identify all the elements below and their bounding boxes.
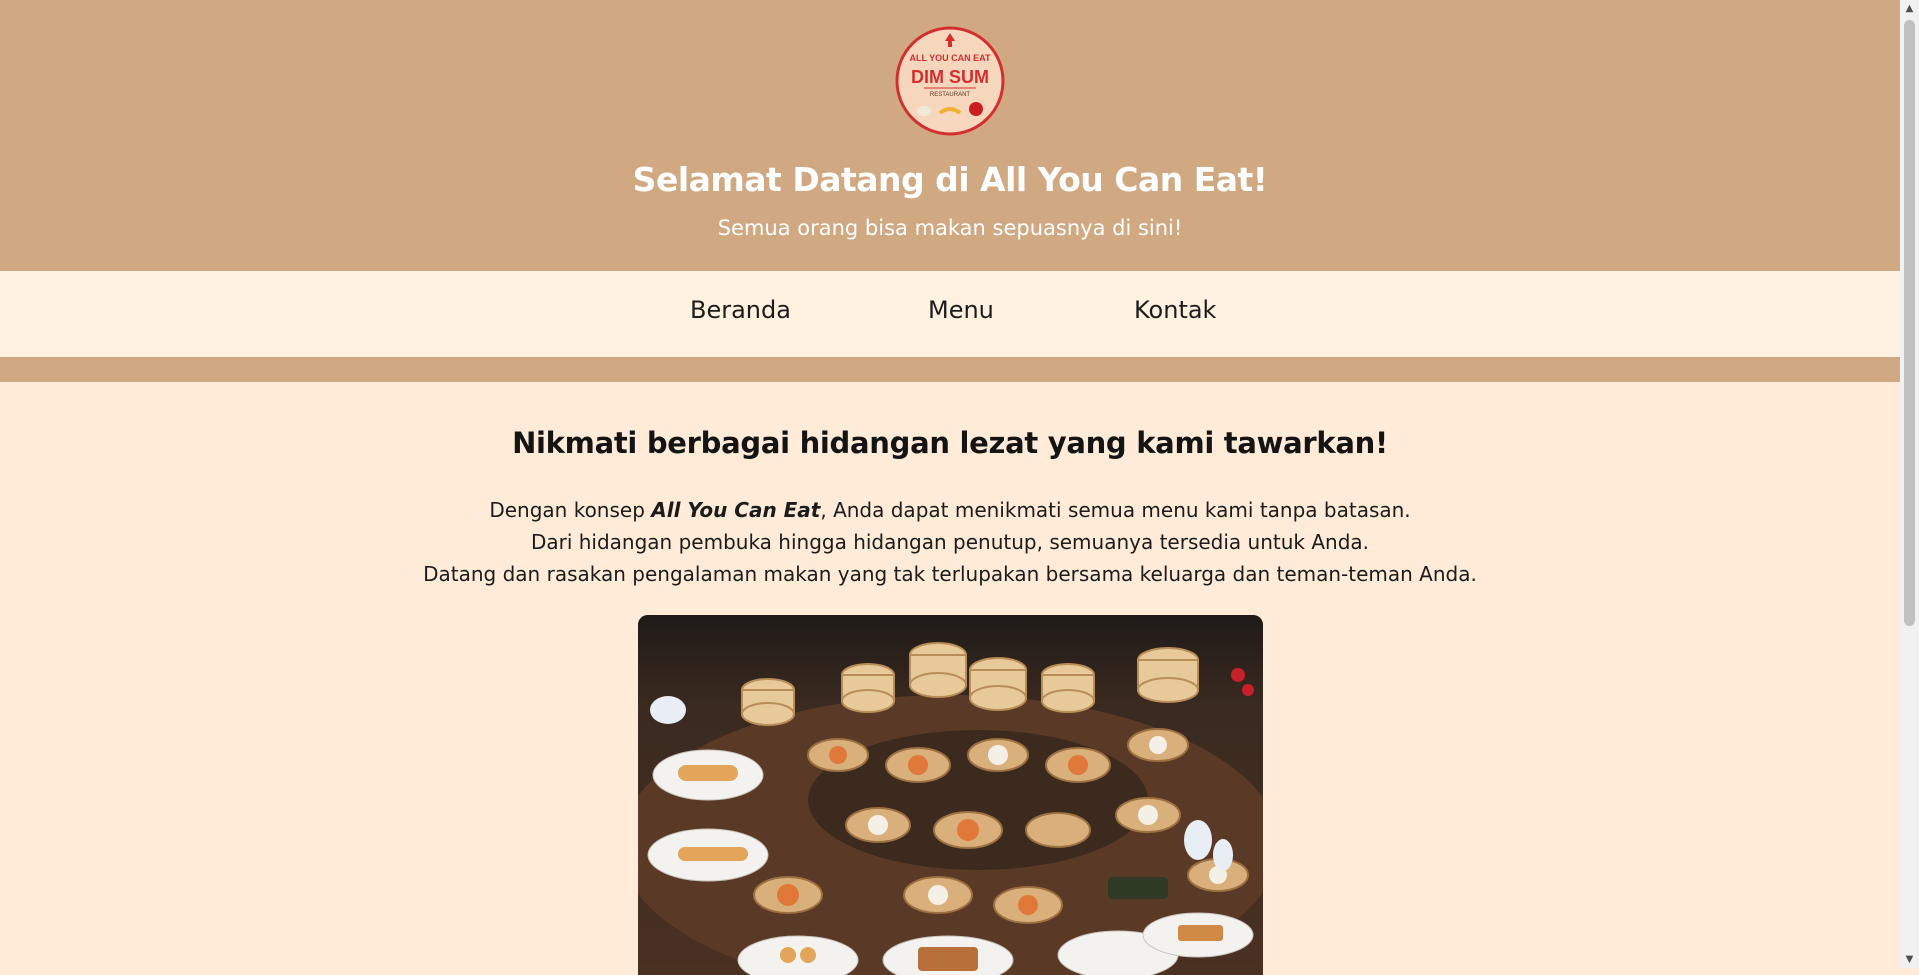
- site-title: Selamat Datang di All You Can Eat!: [632, 160, 1268, 199]
- logo-top-text: ALL YOU CAN EAT: [909, 53, 991, 63]
- scroll-down-arrow-icon[interactable]: ▼: [1900, 951, 1919, 968]
- intro-line3: Datang dan rasakan pengalaman makan yang…: [423, 562, 1477, 586]
- nav-divider-band: [0, 357, 1900, 382]
- dim-sum-photo-illustration: [638, 615, 1263, 975]
- tomato-icon: [969, 102, 983, 116]
- dumpling-icon: [917, 106, 931, 116]
- site-subtitle: Semua orang bisa makan sepuasnya di sini…: [717, 216, 1183, 240]
- site-header: ALL YOU CAN EAT DIM SUM RESTAURANT Selam…: [0, 0, 1900, 271]
- dim-sum-logo[interactable]: ALL YOU CAN EAT DIM SUM RESTAURANT: [894, 25, 1006, 137]
- logo-main-text: DIM SUM: [911, 67, 989, 87]
- intro-line1-suffix: , Anda dapat menikmati semua menu kami t…: [820, 498, 1411, 522]
- main-nav: Beranda Menu Kontak: [0, 271, 1900, 357]
- intro-paragraph: Dengan konsep All You Can Eat, Anda dapa…: [0, 494, 1900, 590]
- intro-concept-emphasis: All You Can Eat: [651, 498, 821, 522]
- dim-sum-spread-photo: [638, 615, 1263, 975]
- logo-bottom-text: RESTAURANT: [930, 92, 971, 98]
- nav-link-beranda[interactable]: Beranda: [690, 296, 791, 324]
- intro-line1-prefix: Dengan konsep: [489, 498, 652, 522]
- scroll-up-arrow-icon[interactable]: ▲: [1900, 0, 1919, 17]
- nav-link-menu[interactable]: Menu: [928, 296, 994, 324]
- nav-link-kontak[interactable]: Kontak: [1134, 296, 1216, 324]
- intro-line2: Dari hidangan pembuka hingga hidangan pe…: [530, 530, 1370, 554]
- scroll-thumb[interactable]: [1904, 20, 1915, 626]
- section-headline: Nikmati berbagai hidangan lezat yang kam…: [512, 426, 1388, 460]
- page-scrollbar[interactable]: ▲ ▼: [1900, 0, 1919, 968]
